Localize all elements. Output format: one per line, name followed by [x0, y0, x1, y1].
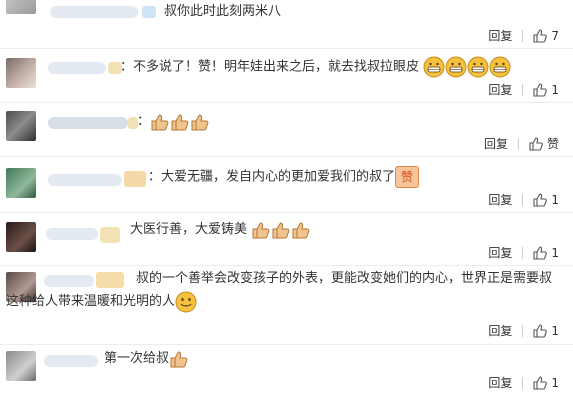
thumbs-up-emoji	[251, 220, 271, 240]
thumbs-up-outline-icon	[533, 82, 548, 97]
username-blurred[interactable]	[50, 6, 138, 18]
comment-actions: 回复 1	[488, 191, 559, 208]
thumbs-up-outline-icon	[533, 245, 548, 260]
divider	[522, 246, 524, 259]
grinning-face-emoji	[445, 56, 467, 78]
comment-text: 叔的一个善举会改变孩子的外表，更能改变她们的内心，世界正是需要叔这种给人带来温暖…	[6, 267, 564, 313]
comment-actions: 回复 7	[488, 27, 559, 44]
divider	[522, 29, 524, 42]
reply-button[interactable]: 回复	[488, 322, 512, 339]
avatar[interactable]	[6, 222, 36, 252]
comment-item: 第一次给叔 回复 1	[0, 345, 573, 403]
like-button[interactable]: 1	[533, 324, 559, 338]
comment-text: ：	[137, 111, 210, 133]
like-button[interactable]: 1	[533, 193, 559, 207]
comment-actions: 回复 1	[488, 244, 559, 261]
like-count: 1	[551, 245, 559, 260]
like-button[interactable]: 1	[533, 83, 559, 97]
thumbs-up-outline-icon	[533, 323, 548, 338]
divider	[522, 376, 524, 389]
grinning-face-emoji	[423, 56, 445, 78]
vip-badge-blurred	[142, 6, 156, 18]
divider	[522, 83, 524, 96]
reply-button[interactable]: 回复	[488, 191, 512, 208]
username-blurred[interactable]	[48, 62, 106, 74]
like-count: 7	[551, 28, 559, 43]
thumbs-up-emoji	[271, 220, 291, 240]
avatar[interactable]	[6, 0, 36, 14]
comment-actions: 回复 赞	[484, 135, 559, 152]
like-count: 1	[551, 82, 559, 97]
divider	[522, 324, 524, 337]
username-blurred[interactable]	[46, 228, 98, 240]
reply-button[interactable]: 回复	[488, 244, 512, 261]
thumbs-up-outline-icon	[533, 375, 548, 390]
comment-item: ：不多说了！赞！明年娃出来之后，就去找叔拉眼皮 回复 1	[0, 49, 573, 103]
username-blurred[interactable]	[48, 117, 128, 129]
comment-body: 第一次给叔	[104, 351, 170, 366]
thumbs-up-emoji	[150, 112, 170, 132]
reply-button[interactable]: 回复	[488, 27, 512, 44]
comment-body: ：大爱无疆，发自内心的更加爱我们的叔了	[148, 169, 396, 185]
like-button[interactable]: 赞	[529, 135, 559, 152]
thumbs-up-emoji	[291, 220, 311, 240]
comment-actions: 回复 1	[488, 81, 559, 98]
comment-item: 叔你此时此刻两米八 回复 7	[0, 0, 573, 49]
thumbs-up-emoji	[170, 112, 190, 132]
avatar[interactable]	[6, 168, 36, 198]
avatar[interactable]	[6, 351, 36, 381]
comment-text: ：不多说了！赞！明年娃出来之后，就去找叔拉眼皮	[120, 56, 511, 79]
smiling-face-emoji	[175, 291, 197, 313]
thumbs-up-outline-icon	[533, 28, 548, 43]
like-count: 1	[551, 323, 559, 338]
comment-body: ：不多说了！赞！明年娃出来之后，就去找叔拉眼皮	[120, 59, 420, 75]
grinning-face-emoji	[489, 56, 511, 78]
username-blurred[interactable]	[44, 355, 98, 367]
comment-item: 大医行善，大爱铸美 回复 1	[0, 213, 573, 266]
like-count: 1	[551, 192, 559, 207]
comment-actions: 回复 1	[488, 374, 559, 391]
comment-body: 大医行善，大爱铸美	[130, 222, 248, 237]
comment-text: 叔你此时此刻两米八	[164, 4, 282, 19]
comment-item: 叔的一个善举会改变孩子的外表，更能改变她们的内心，世界正是需要叔这种给人带来温暖…	[0, 266, 573, 345]
username-blurred[interactable]	[48, 174, 122, 186]
like-button[interactable]: 1	[533, 376, 559, 390]
comment-body: ：	[137, 114, 151, 129]
like-button[interactable]: 1	[533, 246, 559, 260]
thumbs-up-emoji	[169, 349, 189, 369]
grinning-face-emoji	[467, 56, 489, 78]
divider	[517, 137, 519, 150]
thumbs-up-outline-icon	[529, 136, 543, 151]
reply-button[interactable]: 回复	[488, 374, 512, 391]
reply-button[interactable]: 回复	[484, 135, 508, 152]
comment-text: 大医行善，大爱铸美	[130, 219, 311, 241]
vip-badge-blurred	[100, 227, 120, 243]
vip-badge-blurred	[124, 171, 146, 187]
divider	[522, 193, 524, 206]
comment-text: 第一次给叔	[104, 348, 189, 370]
comment-item: ：大爱无疆，发自内心的更加爱我们的叔了赞 回复 1	[0, 157, 573, 213]
thumbs-up-outline-icon	[533, 192, 548, 207]
comment-text: ：大爱无疆，发自内心的更加爱我们的叔了赞	[148, 166, 420, 189]
comment-actions: 回复 1	[488, 322, 559, 339]
avatar[interactable]	[6, 111, 36, 141]
comment-item: ： 回复 赞	[0, 103, 573, 157]
comment-body: 叔的一个善举会改变孩子的外表，更能改变她们的内心，世界正是需要叔这种给人带来温暖…	[6, 271, 553, 309]
thumbs-up-emoji	[190, 112, 210, 132]
like-count: 1	[551, 375, 559, 390]
like-button[interactable]: 7	[533, 29, 559, 43]
avatar[interactable]	[6, 58, 36, 88]
zan-badge-emoji: 赞	[395, 166, 420, 188]
like-label: 赞	[546, 137, 559, 151]
reply-button[interactable]: 回复	[488, 81, 512, 98]
